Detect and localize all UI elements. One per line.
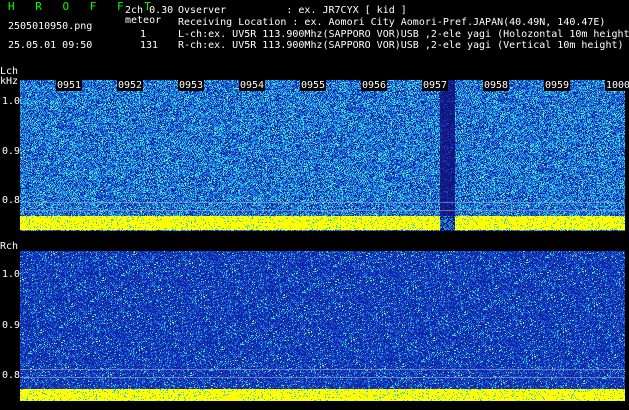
rch-ytick-1: 1.0 (2, 269, 21, 280)
file-name: 2505010950.png (8, 21, 93, 32)
time-tick: 0959 (544, 80, 571, 91)
time-tick: 0953 (178, 80, 205, 91)
rch-label: Rch (0, 241, 19, 252)
lch-ytick-1: 1.0 (2, 96, 21, 107)
time-tick: 0957 (422, 80, 449, 91)
date-time: 25.05.01 09:50 (8, 40, 93, 51)
rch-spectrogram (20, 251, 625, 401)
time-tick: 0952 (117, 80, 144, 91)
time-tick: 0955 (300, 80, 327, 91)
observer-line: Ovserver : ex. JR7CYX [ kid ] (178, 5, 407, 16)
lch-ytick-2: 0.9 (2, 146, 21, 157)
time-tick: 0958 (483, 80, 510, 91)
rch-setup-line: R-ch:ex. UV5R 113.900Mhz(SAPPORO VOR)USB… (178, 40, 624, 51)
lch-unit: kHz (0, 76, 19, 87)
time-tick: 0956 (361, 80, 388, 91)
rch-ytick-2: 0.9 (2, 320, 21, 331)
location-line: Receiving Location : ex. Aomori City Aom… (178, 17, 606, 28)
meteor-label: meteor (125, 15, 162, 26)
lch-spectrogram (20, 80, 625, 231)
rch-meteor-count: 131 (140, 40, 159, 51)
time-tick: 0954 (239, 80, 266, 91)
time-tick: 0951 (56, 80, 83, 91)
rch-ytick-3: 0.8 (2, 370, 21, 381)
lch-ytick-3: 0.8 (2, 195, 21, 206)
time-tick: 1000 (605, 80, 629, 91)
